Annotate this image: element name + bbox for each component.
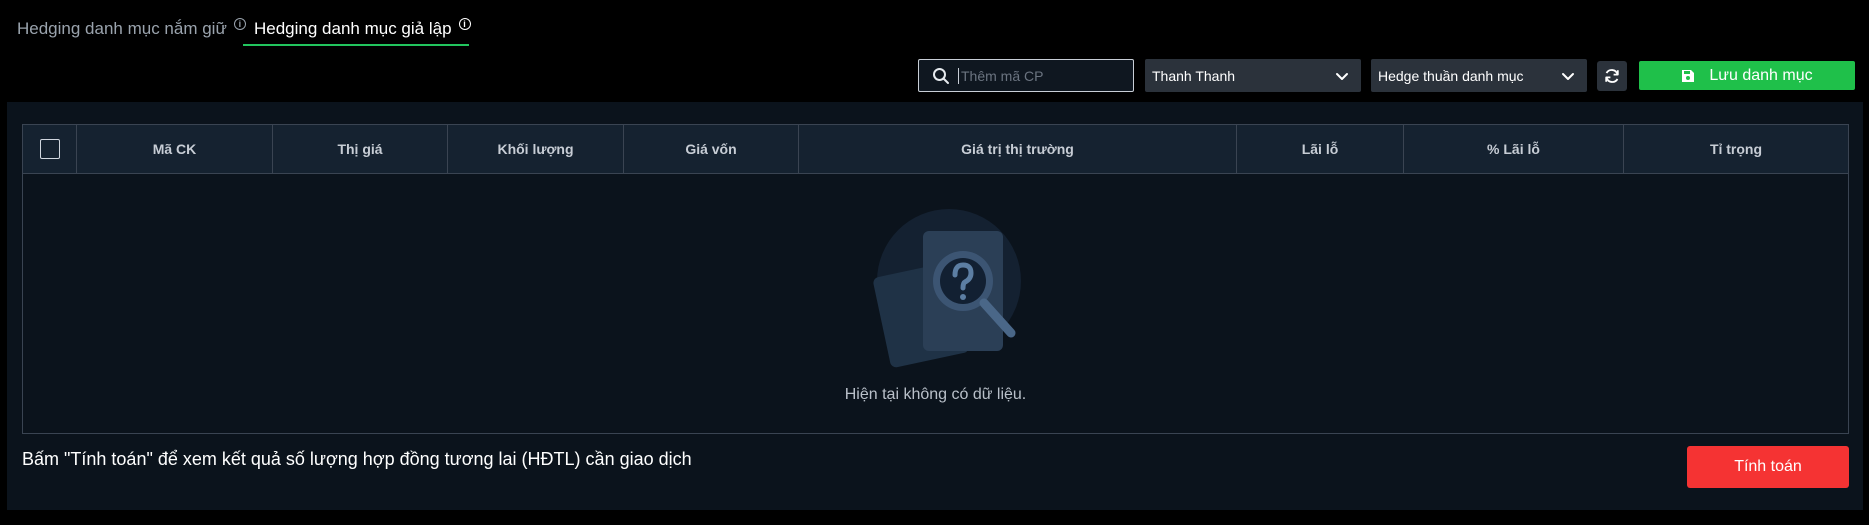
active-tab-indicator — [243, 44, 469, 46]
column-header-weight[interactable]: Tỉ trọng — [1624, 125, 1848, 173]
search-input[interactable] — [958, 67, 1118, 84]
portfolio-table: Mã CK Thị giá Khối lượng Giá vốn Giá trị… — [22, 124, 1849, 434]
info-icon: i — [233, 18, 246, 30]
column-header-cost-price[interactable]: Giá vốn — [624, 125, 799, 173]
refresh-button[interactable] — [1597, 61, 1627, 91]
column-header-market-price[interactable]: Thị giá — [273, 125, 448, 173]
hedge-mode-value: Hedge thuần danh mục — [1378, 67, 1524, 84]
calculation-hint: Bấm "Tính toán" để xem kết quả số lượng … — [22, 449, 692, 469]
column-header-profit-loss-percent[interactable]: % Lãi lỗ — [1404, 125, 1624, 173]
select-all-checkbox[interactable] — [39, 139, 60, 159]
chevron-down-icon — [1336, 72, 1348, 80]
tab-simulated-portfolio[interactable]: Hedging danh mục giả lập i — [254, 18, 471, 39]
empty-state-text: Hiện tại không có dữ liệu. — [844, 386, 1027, 403]
column-header-profit-loss[interactable]: Lãi lỗ — [1237, 125, 1404, 173]
column-header-market-value[interactable]: Giá trị thị trường — [799, 125, 1237, 173]
search-box[interactable] — [918, 59, 1134, 92]
save-portfolio-button[interactable]: Lưu danh mục — [1639, 61, 1855, 90]
column-header-volume[interactable]: Khối lượng — [448, 125, 624, 173]
tab-portfolio-holdings[interactable]: Hedging danh mục nắm giữ i — [17, 18, 246, 39]
table-header: Mã CK Thị giá Khối lượng Giá vốn Giá trị… — [23, 125, 1848, 174]
save-button-label: Lưu danh mục — [1709, 66, 1813, 84]
tab-label: Hedging danh mục nắm giữ — [17, 19, 227, 38]
user-select[interactable]: Thanh Thanh — [1145, 59, 1361, 92]
search-icon — [933, 67, 949, 84]
refresh-icon — [1605, 69, 1619, 83]
calculate-button[interactable]: Tính toán — [1687, 446, 1849, 488]
empty-state: Hiện tại không có dữ liệu. — [23, 174, 1848, 433]
user-select-value: Thanh Thanh — [1152, 67, 1236, 84]
tab-label: Hedging danh mục giả lập — [254, 19, 452, 38]
column-header-ticker[interactable]: Mã CK — [77, 125, 273, 173]
chevron-down-icon — [1562, 72, 1574, 80]
info-icon: i — [458, 18, 471, 30]
select-all-cell — [23, 125, 77, 173]
hedge-mode-select[interactable]: Hedge thuần danh mục — [1371, 59, 1587, 92]
magnifier-question-icon — [873, 209, 1021, 368]
floppy-disk-icon — [1682, 69, 1695, 82]
